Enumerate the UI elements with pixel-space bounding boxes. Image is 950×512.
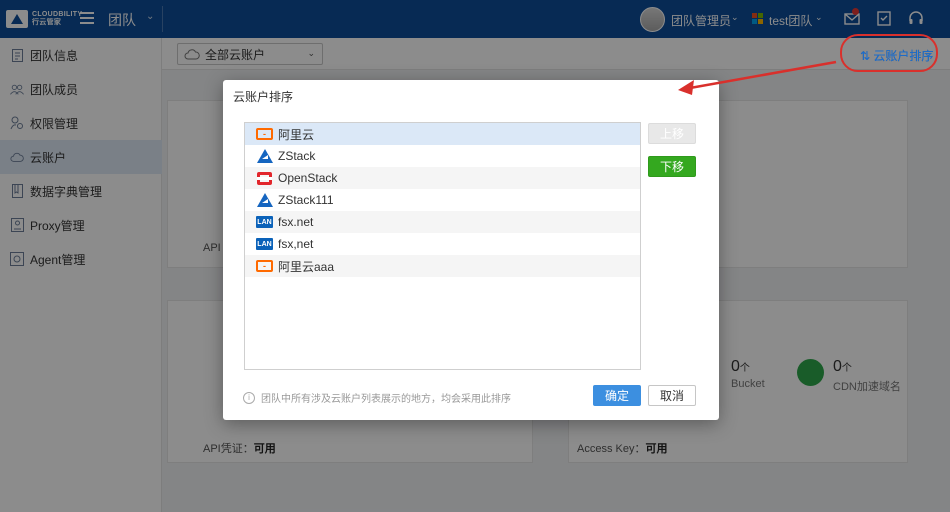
account-order-list[interactable]: - 阿里云 ZStack OpenStack ZStack111 LAN fsx… (244, 122, 641, 370)
list-item[interactable]: ZStack111 (245, 189, 640, 211)
account-name: 阿里云 (278, 127, 315, 142)
zstack-icon (256, 149, 273, 163)
cancel-button[interactable]: 取消 (648, 385, 696, 406)
account-name: OpenStack (278, 171, 338, 185)
list-item[interactable]: LAN fsx.net (245, 211, 640, 233)
account-name: 阿里云aaa (278, 259, 335, 274)
zstack-icon (256, 193, 273, 207)
move-down-button[interactable]: 下移 (648, 156, 696, 177)
account-name: ZStack (278, 149, 316, 163)
sort-hint: i 团队中所有涉及云账户列表展示的地方，均会采用此排序 (243, 390, 511, 405)
list-item[interactable]: LAN fsx,net (245, 233, 640, 255)
account-name: fsx,net (278, 237, 314, 251)
list-item[interactable]: - 阿里云aaa (245, 255, 640, 277)
account-name: ZStack111 (278, 193, 334, 207)
list-item[interactable]: OpenStack (245, 167, 640, 189)
move-up-button[interactable]: 上移 (648, 123, 696, 144)
info-icon: i (243, 391, 255, 404)
aliyun-icon: - (256, 128, 273, 140)
aliyun-icon: - (256, 260, 273, 272)
dialog-title: 云账户排序 (233, 90, 294, 104)
sort-accounts-dialog: 云账户排序 - 阿里云 ZStack OpenStack ZStack111 L… (223, 80, 719, 420)
list-item[interactable]: - 阿里云 (245, 123, 640, 145)
lan-icon: LAN (256, 238, 273, 250)
account-name: fsx.net (278, 215, 314, 229)
sort-accounts-label: 云账户排序 (873, 49, 934, 63)
confirm-button[interactable]: 确定 (593, 385, 641, 406)
hint-text: 团队中所有涉及云账户列表展示的地方，均会采用此排序 (261, 394, 511, 405)
sort-icon: ⇅ (860, 49, 871, 63)
sort-accounts-link-highlighted[interactable]: ⇅ 云账户排序 (860, 47, 933, 64)
openstack-icon (256, 171, 273, 185)
list-item[interactable]: ZStack (245, 145, 640, 167)
lan-icon: LAN (256, 216, 273, 228)
